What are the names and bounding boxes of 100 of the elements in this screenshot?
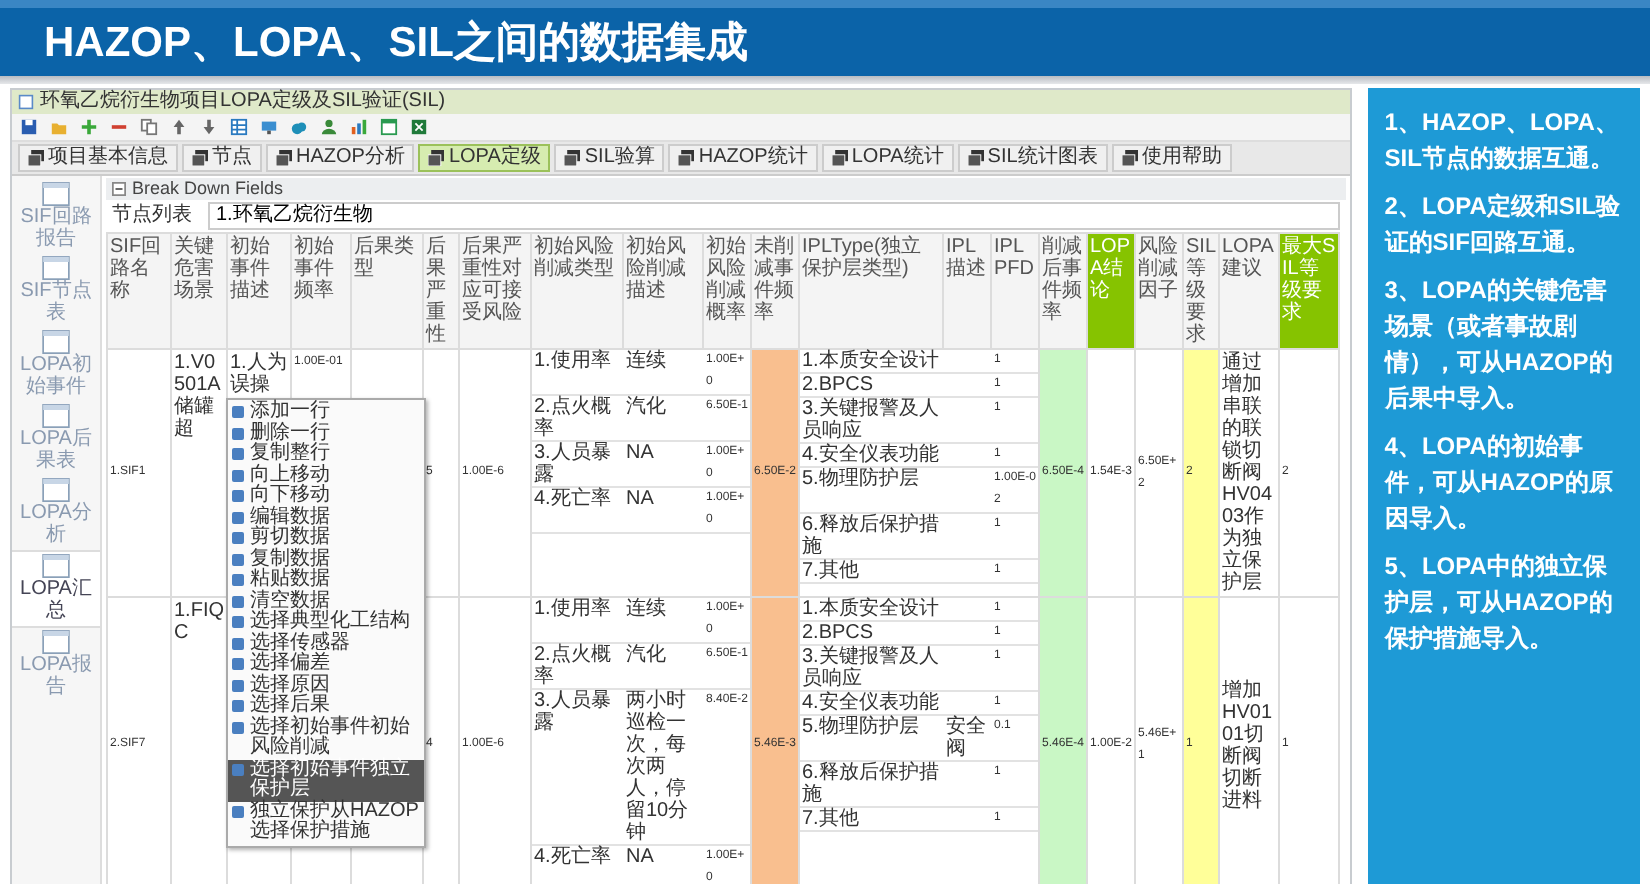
tab[interactable]: 使用帮助	[1111, 144, 1232, 172]
menu-item[interactable]: 选择典型化工结构	[228, 612, 424, 633]
slide-title: HAZOP、LOPA、SIL之间的数据集成	[44, 17, 748, 70]
menu-item[interactable]: 复制整行	[228, 444, 424, 465]
sidebar-label: LOPA初始事件	[18, 354, 94, 398]
column-header: LOPA结论	[1087, 233, 1135, 349]
excel-icon[interactable]	[410, 118, 428, 136]
table-cell-text: 6.释放后保护措施	[800, 762, 941, 806]
window-icon	[276, 150, 292, 166]
square-icon	[230, 593, 246, 609]
square-icon	[230, 761, 246, 777]
window-icon	[967, 150, 984, 166]
note-text: 1、HAZOP、LOPA、SIL节点的数据互通。	[1384, 106, 1621, 176]
up-arrow-icon[interactable]	[170, 118, 188, 136]
monitor-icon[interactable]	[260, 118, 278, 136]
plus-icon[interactable]	[80, 118, 98, 136]
column-header: 初始事件描述	[227, 233, 291, 349]
menu-item[interactable]: 选择原因	[228, 675, 424, 696]
tab[interactable]: 节点	[182, 144, 262, 172]
table-icon[interactable]	[380, 118, 398, 136]
field-label: 节点列表	[112, 204, 192, 228]
note-text: 5、LOPA中的独立保护层，可从HAZOP的保护措施导入。	[1384, 550, 1615, 656]
table-cell-text: 2.点火概率	[532, 396, 613, 440]
chart-icon[interactable]	[350, 118, 368, 136]
menu-item[interactable]: 清空数据	[228, 591, 424, 612]
table-cell-text: 1.本质安全设计	[800, 598, 941, 620]
save-icon[interactable]	[20, 118, 38, 136]
collapse-icon[interactable]	[112, 182, 126, 196]
cloud-icon[interactable]	[290, 118, 308, 136]
table-icon	[42, 478, 70, 502]
table-cell-text: 1.使用率	[532, 350, 613, 376]
window-icon	[428, 150, 445, 166]
square-icon	[230, 614, 246, 630]
table-cell: 增加HV0101切断阀切断进料	[1219, 597, 1279, 884]
sidebar-label: LOPA报告	[18, 654, 94, 698]
down-arrow-icon[interactable]	[200, 118, 218, 136]
sidebar-item[interactable]: LOPA汇总	[12, 550, 100, 628]
menu-item[interactable]: 向下移动	[228, 486, 424, 507]
tab[interactable]: HAZOP统计	[668, 144, 818, 172]
square-icon	[230, 572, 246, 588]
tab[interactable]: 项目基本信息	[18, 144, 178, 172]
column-header: 风险削减因子	[1135, 233, 1183, 349]
section-title: Break Down Fields	[132, 178, 284, 200]
menu-item[interactable]: 添加一行	[228, 402, 424, 423]
square-icon	[230, 551, 246, 567]
table-cell: 1.FIQC	[171, 597, 227, 884]
table-icon	[42, 182, 70, 206]
column-header: 后果严重性	[423, 233, 459, 349]
table-cell-text: 6.释放后保护措施	[800, 514, 941, 558]
column-header: 初始风险削减类型	[531, 233, 623, 349]
square-icon	[230, 677, 246, 693]
table-cell: 连续	[626, 598, 666, 620]
copy-icon[interactable]	[140, 118, 158, 136]
menu-item[interactable]: 剪切数据	[228, 528, 424, 549]
square-icon	[230, 656, 246, 672]
note-text: 4、LOPA的初始事件，可从HAZOP的原因导入。	[1384, 430, 1615, 536]
grid-icon[interactable]	[230, 118, 248, 136]
table-cell-text: 1.本质安全设计	[800, 350, 941, 372]
menu-item[interactable]: 复制数据	[228, 549, 424, 570]
square-icon	[230, 425, 246, 441]
table-cell-text: 1.使用率	[532, 598, 613, 624]
table-cell: 1.人为误操	[230, 352, 288, 396]
menu-item[interactable]: 选择初始事件初始风险削减	[228, 717, 424, 759]
person-icon[interactable]	[320, 118, 338, 136]
square-icon	[230, 467, 246, 483]
menu-item[interactable]: 选择后果	[228, 696, 424, 717]
column-header: 后果严重性对应可接受风险	[459, 233, 531, 349]
menu-item[interactable]: 删除一行	[228, 423, 424, 444]
table-cell-text: 5.物理防护层	[800, 468, 921, 494]
column-header: SIF回路名称	[107, 233, 171, 349]
table-cell: 连续	[626, 350, 666, 372]
menu-item[interactable]: 编辑数据	[228, 507, 424, 528]
menu-item[interactable]: 粘贴数据	[228, 570, 424, 591]
table-cell-text: 7.其他	[800, 808, 861, 830]
table-cell-text: 5.物理防护层	[800, 716, 921, 742]
table-cell-text: 4.死亡率	[532, 488, 613, 514]
table-icon	[42, 330, 70, 354]
table-cell: 汽化	[626, 644, 666, 666]
tab[interactable]: HAZOP分析	[266, 144, 415, 172]
table-cell-text: 4.安全仪表功能	[800, 692, 941, 714]
window-icon	[831, 150, 848, 166]
tab[interactable]: LOPA定级	[418, 144, 551, 172]
column-header: SIL等级要求	[1183, 233, 1219, 349]
tab[interactable]: LOPA统计	[821, 144, 954, 172]
tab[interactable]: SIL统计图表	[957, 144, 1108, 172]
node-list-field[interactable]: 1.环氧乙烷衍生物	[208, 202, 1341, 230]
menu-item[interactable]: 独立保护从HAZOP选择保护措施	[228, 801, 424, 843]
tab[interactable]: SIL验算	[554, 144, 665, 172]
table-cell-text: 3.人员暴露	[532, 442, 613, 486]
menu-item[interactable]: 选择传感器	[228, 633, 424, 654]
menu-item[interactable]: 选择偏差	[228, 654, 424, 675]
table-icon	[42, 630, 70, 654]
table-cell-text: 7.其他	[800, 560, 861, 582]
table-cell-text: 2.BPCS	[800, 374, 876, 396]
document-icon	[18, 94, 34, 110]
table-cell-text: 4.安全仪表功能	[800, 444, 941, 466]
square-icon	[230, 530, 246, 546]
window-title: 环氧乙烷衍生物项目LOPA定级及SIL验证(SIL)	[40, 90, 446, 114]
column-header: 后果类型	[351, 233, 423, 349]
menu-item[interactable]: 向上移动	[228, 465, 424, 486]
